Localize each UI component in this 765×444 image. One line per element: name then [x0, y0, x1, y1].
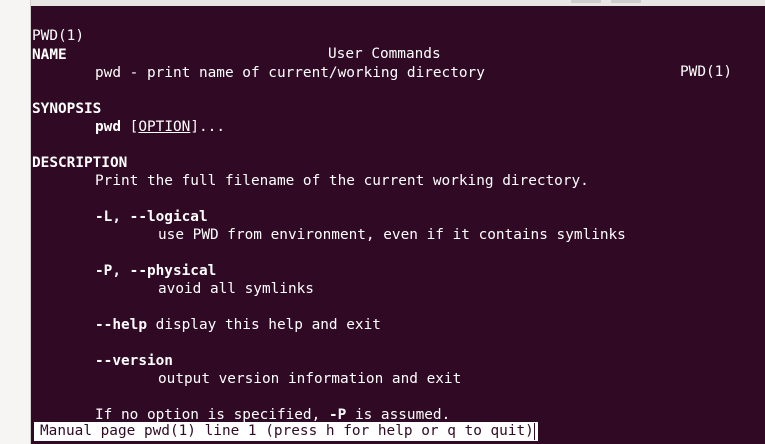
name-heading: NAME	[32, 47, 67, 63]
header-center: User Commands	[328, 46, 441, 62]
top-edge-tab	[571, 0, 601, 3]
name-text: pwd - print name of current/working dire…	[95, 65, 485, 81]
synopsis-option: OPTION	[138, 119, 191, 135]
side-panel	[0, 0, 31, 444]
pager-status-bar: Manual page pwd(1) line 1 (press h for h…	[34, 422, 538, 441]
option-flag-physical: -P, --physical	[95, 263, 217, 279]
synopsis-line: pwd [OPTION]...	[95, 119, 225, 135]
man-header: PWD(1) User Commands PWD(1)	[32, 9, 765, 80]
description-heading: DESCRIPTION	[32, 155, 128, 171]
option-flag-version: --version	[95, 353, 173, 369]
header-left: PWD(1)	[32, 28, 84, 44]
option-text-help: display this help and exit	[155, 317, 381, 333]
top-edge-tab	[611, 0, 641, 3]
synopsis-command: pwd	[95, 119, 121, 135]
synopsis-heading: SYNOPSIS	[32, 101, 102, 117]
text-cursor	[533, 422, 535, 440]
option-flag-help: --help	[95, 317, 147, 333]
option-text-version: output version information and exit	[158, 371, 462, 387]
header-right: PWD(1)	[680, 64, 732, 80]
option-flag-logical: -L, --logical	[95, 209, 208, 225]
option-text-physical: avoid all symlinks	[158, 281, 314, 297]
description-intro: Print the full filename of the current w…	[95, 173, 589, 189]
option-text-logical: use PWD from environment, even if it con…	[158, 227, 626, 243]
terminal-window[interactable]: PWD(1) User Commands PWD(1) NAME pwd - p…	[31, 6, 765, 444]
option-help: --help display this help and exit	[95, 316, 381, 334]
